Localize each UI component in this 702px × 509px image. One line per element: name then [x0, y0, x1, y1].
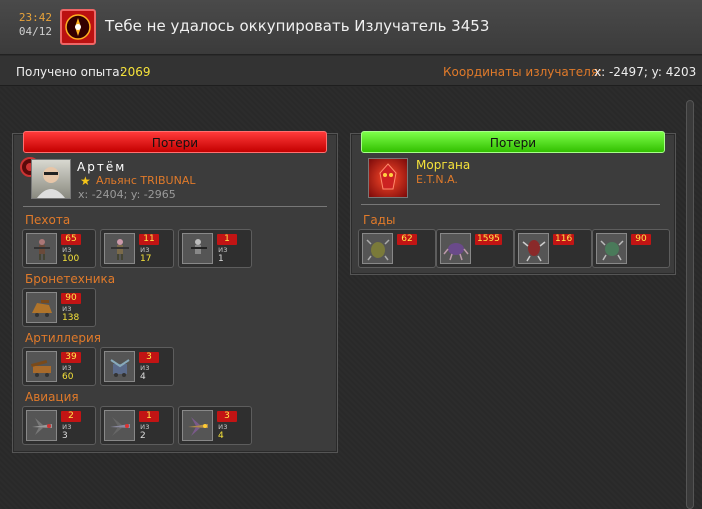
unit-card[interactable]: 90 из 138 — [22, 288, 96, 327]
of-label: из — [140, 245, 150, 254]
unit-card[interactable]: 2 из 3 — [22, 406, 96, 445]
lost-count: 3 — [217, 411, 237, 422]
timestamp: 23:42 04/12 — [12, 11, 52, 39]
divider — [23, 206, 327, 207]
unit-card[interactable]: 65 из 100 — [22, 229, 96, 268]
radiator-alert-icon — [60, 9, 96, 45]
aircraft-icon — [104, 410, 135, 441]
section-title-artillery: Артиллерия — [25, 331, 101, 345]
lost-count: 116 — [553, 234, 575, 245]
total-count: 60 — [62, 372, 74, 382]
alliance-name[interactable]: Альянс TRIBUNAL — [96, 174, 195, 187]
lost-count: 1 — [217, 234, 237, 245]
lost-count: 65 — [61, 234, 81, 245]
of-label: из — [62, 363, 72, 372]
of-label: из — [140, 363, 150, 372]
artillery-icon — [26, 351, 57, 382]
lost-count: 62 — [397, 234, 417, 245]
section-title-creatures: Гады — [363, 213, 396, 227]
section-title-armor: Бронетехника — [25, 272, 116, 286]
creature-icon — [362, 233, 393, 264]
unit-card[interactable]: 11 из 17 — [100, 229, 174, 268]
lost-count: 1595 — [475, 234, 502, 245]
unit-card[interactable]: 3 из 4 — [178, 406, 252, 445]
total-count: 100 — [62, 254, 80, 264]
unit-card[interactable]: 116 — [514, 229, 592, 268]
unit-card[interactable]: 62 — [358, 229, 436, 268]
unit-card[interactable]: 39 из 60 — [22, 347, 96, 386]
section-title-infantry: Пехота — [25, 213, 71, 227]
attacker-losses-panel: Потери Артём ★ Альянс TRIBUNAL x: -2404;… — [12, 131, 338, 453]
info-bar: Получено опыта: 2069 Координаты излучате… — [0, 56, 702, 86]
of-label: из — [62, 245, 72, 254]
avatar[interactable] — [31, 159, 71, 199]
player-name[interactable]: Моргана — [416, 158, 470, 172]
lost-count: 90 — [631, 234, 651, 245]
defender-losses-panel: Потери Моргана E.T.N.A. Гады 62 1595 116… — [350, 131, 676, 275]
section-title-aircraft: Авиация — [25, 390, 79, 404]
aircraft-icon — [26, 410, 57, 441]
total-count: 4 — [218, 431, 224, 441]
infantry-icon — [26, 233, 57, 264]
unit-card[interactable]: 1595 — [436, 229, 514, 268]
of-label: из — [218, 245, 228, 254]
of-label: из — [62, 304, 72, 313]
aircraft-icon — [182, 410, 213, 441]
coord-label: Координаты излучателя: — [443, 65, 603, 79]
lost-count: 39 — [61, 352, 81, 363]
of-label: из — [218, 422, 228, 431]
page-title: Тебе не удалось оккупировать Излучатель … — [105, 17, 490, 35]
losses-bar: Потери — [23, 131, 327, 153]
lost-count: 90 — [61, 293, 81, 304]
time-text: 23:42 — [18, 11, 52, 24]
total-count: 2 — [140, 431, 146, 441]
notification-header: 23:42 04/12 Тебе не удалось оккупировать… — [0, 0, 702, 55]
scrollbar[interactable] — [686, 100, 694, 509]
lost-count: 1 — [139, 411, 159, 422]
armor-icon — [26, 292, 57, 323]
unit-card[interactable]: 1 из 1 — [178, 229, 252, 268]
unit-card[interactable]: 3 из 4 — [100, 347, 174, 386]
lost-count: 2 — [61, 411, 81, 422]
infantry-icon — [104, 233, 135, 264]
player-name[interactable]: Артём — [77, 160, 126, 174]
unit-card[interactable]: 90 — [592, 229, 670, 268]
total-count: 17 — [140, 254, 152, 264]
date-text: 04/12 — [18, 25, 52, 38]
creature-icon — [596, 233, 627, 264]
infantry-icon — [182, 233, 213, 264]
player-coords[interactable]: x: -2404; y: -2965 — [78, 188, 176, 201]
coord-value[interactable]: x: -2497; y: 4203 — [594, 65, 696, 79]
avatar[interactable] — [368, 158, 408, 198]
artillery-icon — [104, 351, 135, 382]
of-label: из — [62, 422, 72, 431]
alliance-star-icon: ★ — [80, 174, 91, 188]
total-count: 138 — [62, 313, 80, 323]
lost-count: 3 — [139, 352, 159, 363]
exp-label: Получено опыта: — [16, 65, 124, 79]
creature-icon — [440, 233, 471, 264]
of-label: из — [140, 422, 150, 431]
exp-value: 2069 — [120, 65, 151, 79]
total-count: 4 — [140, 372, 146, 382]
unit-card[interactable]: 1 из 2 — [100, 406, 174, 445]
divider — [361, 204, 660, 205]
lost-count: 11 — [139, 234, 159, 245]
total-count: 1 — [218, 254, 224, 264]
total-count: 3 — [62, 431, 68, 441]
alliance-name[interactable]: E.T.N.A. — [416, 173, 458, 186]
losses-bar: Потери — [361, 131, 665, 153]
creature-icon — [518, 233, 549, 264]
